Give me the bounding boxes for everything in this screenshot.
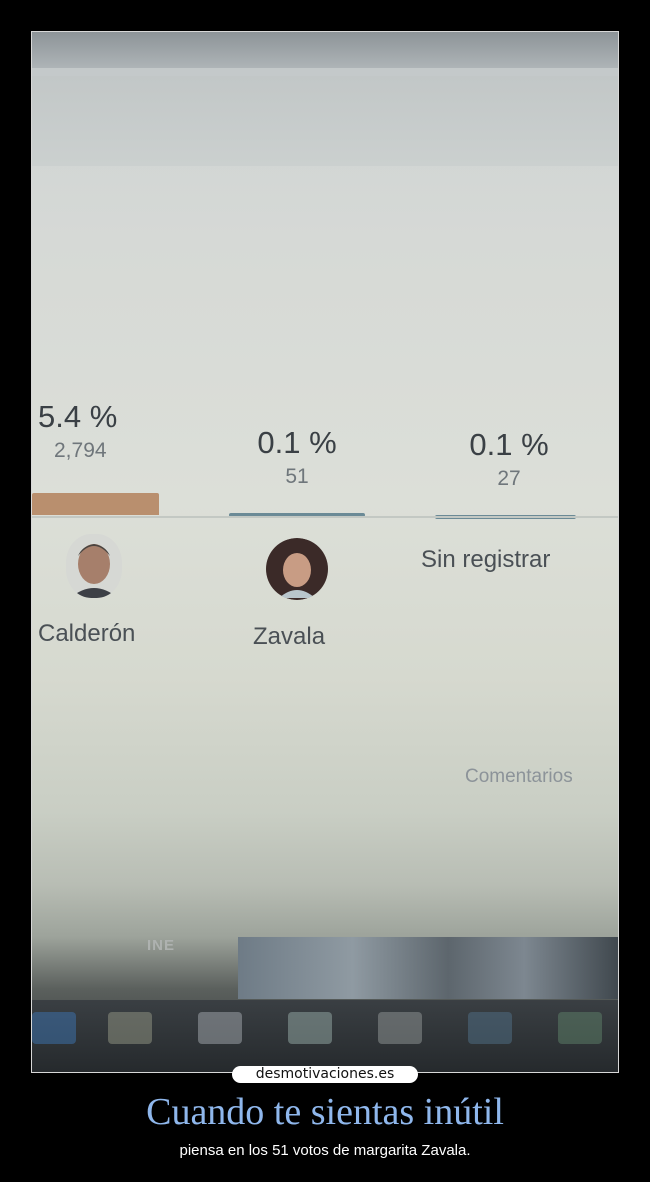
browser-icon[interactable] [32,1012,76,1044]
caption-subtitle: piensa en los 51 votos de margarita Zava… [179,1142,471,1159]
candidate-name-sin-registrar: Sin registrar [421,546,551,573]
vote-bar-calderon [32,493,159,515]
photo-frame: 5.4 % 2,794 0.1 % 51 0.1 % 27 Calderón Z… [31,31,619,1073]
candidate-zavala-result: 0.1 % 51 [242,426,352,490]
percent-label: 0.1 % [257,425,337,460]
votes-label: 27 [497,467,521,490]
results-divider [32,516,618,518]
candidate-sin-registrar-result: 0.1 % 27 [454,428,564,492]
browser-top-bar [32,32,618,68]
chat-icon[interactable] [288,1012,332,1044]
caption-title: Cuando te sientas inútil [146,1091,504,1133]
globe-icon[interactable] [558,1012,602,1044]
votes-label: 2,794 [54,439,107,462]
comments-link[interactable]: Comentarios [465,766,573,788]
mail-icon[interactable] [198,1012,242,1044]
arrow-icon[interactable] [468,1012,512,1044]
percent-label: 5.4 % [38,399,118,434]
percent-label: 0.1 % [469,427,549,462]
zavala-avatar [265,538,329,600]
ine-logo: INE [147,937,176,954]
photo-strip [238,937,618,999]
candidate-name-zavala: Zavala [253,623,326,650]
candidate-name-calderon: Calderón [38,620,136,647]
calderon-avatar [66,534,122,598]
site-watermark: desmotivaciones.es [232,1066,418,1083]
candidate-calderon-result: 5.4 % 2,794 [38,400,117,464]
votes-label: 51 [285,465,309,488]
folder-icon[interactable] [378,1012,422,1044]
header-band [32,76,618,166]
top-divider [32,68,618,76]
app-icon[interactable] [108,1012,152,1044]
